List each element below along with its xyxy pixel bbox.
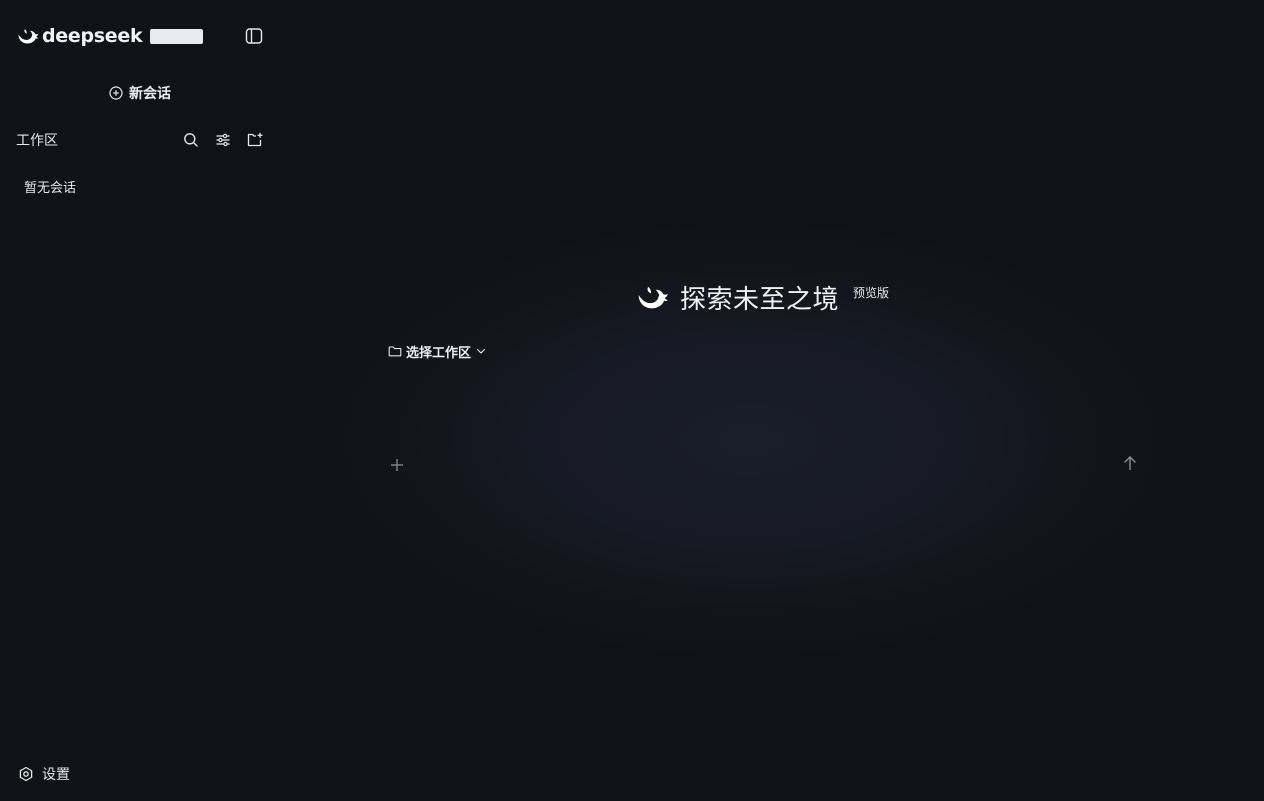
send-arrow-up-icon[interactable] (1122, 455, 1138, 471)
preview-badge: 预览版 (853, 286, 890, 300)
workspace-selector-label: 选择工作区 (406, 345, 472, 361)
folder-icon (388, 346, 402, 357)
message-composer (370, 380, 1150, 530)
brand-logo[interactable]: deepseek (16, 24, 204, 48)
settings-button[interactable]: 设置 (18, 764, 70, 784)
whale-logo-icon (638, 286, 668, 309)
new-folder-icon[interactable] (246, 131, 264, 149)
main-panel: 探索未至之境 预览版 选择工作区 (280, 0, 1264, 801)
chevron-down-icon (476, 348, 486, 354)
workspace-header: 工作区 (16, 130, 264, 150)
workspace-title: 工作区 (16, 133, 58, 149)
message-input[interactable] (390, 390, 1094, 452)
attach-plus-icon[interactable] (390, 458, 404, 472)
gear-icon (19, 766, 33, 782)
redacted-version-tag (150, 28, 204, 44)
filter-icon[interactable] (214, 131, 232, 149)
workspace-toolbar (168, 130, 264, 150)
empty-conversations-text: 暂无会话 (24, 181, 77, 196)
hero-title: 探索未至之境 (680, 284, 840, 315)
new-chat-button[interactable]: 新会话 (109, 83, 171, 103)
whale-logo-icon (18, 29, 39, 44)
sidebar: deepseek 新会话 工作区 暂无会话 设置 (0, 0, 280, 801)
search-icon[interactable] (182, 131, 200, 149)
sidebar-toggle-icon[interactable] (244, 26, 264, 46)
new-chat-label: 新会话 (129, 86, 171, 102)
plus-circle-icon (109, 86, 123, 100)
brand-wordmark: deepseek (42, 25, 143, 47)
settings-label: 设置 (42, 767, 70, 783)
workspace-selector[interactable]: 选择工作区 (388, 341, 486, 361)
hero-heading: 探索未至之境 预览版 (636, 280, 890, 315)
app-window: deepseek 新会话 工作区 暂无会话 设置 探索未至之境 预览版 选择工作… (0, 0, 1264, 801)
